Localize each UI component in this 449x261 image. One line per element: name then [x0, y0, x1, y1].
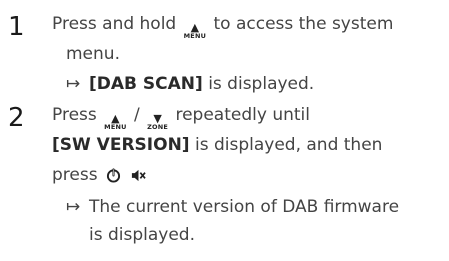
- menu-up-key-icon: ▲ MENU: [104, 113, 127, 131]
- sw-version-label: [SW VERSION]: [52, 135, 190, 155]
- result-arrow-icon: ↦: [66, 74, 81, 94]
- step-2-result-line-1: The current version of DAB firmware: [89, 197, 400, 217]
- menu-key-label: MENU: [183, 32, 207, 40]
- step-1-text-pre: Press and hold: [52, 14, 177, 34]
- step-2-text-pre: Press: [52, 105, 97, 125]
- result-arrow-icon: ↦: [66, 197, 81, 217]
- step-number: 1: [8, 12, 25, 42]
- step-2-line-1: Press ▲ MENU / ▼ ZONE repeatedly until: [52, 104, 310, 131]
- menu-key-label: MENU: [104, 123, 127, 131]
- menu-up-key-icon: ▲ MENU: [183, 22, 207, 40]
- step-number: 2: [8, 103, 25, 133]
- step-2-line-2-text: is displayed, and then: [194, 135, 383, 155]
- step-2-result-line-2: is displayed.: [89, 225, 196, 245]
- key-separator: /: [134, 105, 140, 125]
- step-1-line-1: Press and hold ▲ MENU to access the syst…: [52, 13, 393, 40]
- step-1-result-text: is displayed.: [208, 74, 315, 94]
- zone-key-label: ZONE: [147, 123, 169, 131]
- step-1-text-post: to access the system: [213, 14, 394, 34]
- step-2-line-3: press: [52, 164, 147, 189]
- zone-down-key-icon: ▼ ZONE: [147, 113, 169, 131]
- step-1-line-2: menu.: [66, 44, 120, 64]
- step-2-line-2: [SW VERSION] is displayed, and then: [52, 134, 382, 156]
- step-2-text-post: repeatedly until: [175, 105, 310, 125]
- step-1-result: [DAB SCAN] is displayed.: [89, 73, 314, 95]
- mute-icon: [130, 167, 147, 189]
- power-icon: [106, 167, 121, 189]
- step-2-press-text: press: [52, 165, 98, 185]
- dab-scan-label: [DAB SCAN]: [89, 74, 203, 94]
